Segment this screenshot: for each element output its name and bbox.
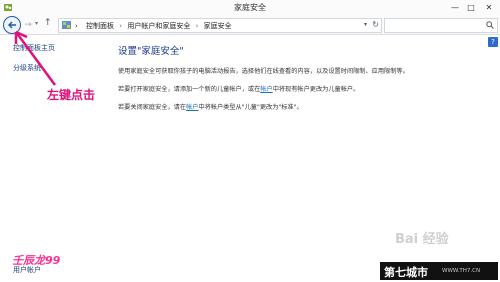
- accounts-link[interactable]: 帐户: [186, 104, 198, 111]
- page-title: 设置"家庭安全": [118, 46, 184, 57]
- navigation-bar: → ▾ ↑ › 控制面板 › 用户帐户和家庭安全 › 家庭安全 ▾ ↻: [0, 16, 500, 35]
- breadcrumb-control-panel[interactable]: 控制面板: [86, 22, 114, 30]
- ratings-system-link[interactable]: 分级系统: [13, 63, 41, 73]
- main-content: 设置"家庭安全" 使用家庭安全可获取你孩子的电脑活动报告，选择他们在线查看的内容…: [118, 43, 478, 121]
- up-button[interactable]: ↑: [44, 18, 52, 28]
- search-icon: [486, 21, 494, 29]
- breadcrumb-separator: ›: [119, 22, 123, 30]
- address-dropdown-icon[interactable]: ▾: [364, 21, 367, 28]
- back-button[interactable]: [3, 16, 21, 34]
- enable-text-end: 中将现有帐户更改为儿童帐户。: [272, 86, 360, 93]
- recent-pages-button[interactable]: ▾: [35, 20, 38, 27]
- up-arrow-icon: ↑: [44, 18, 52, 28]
- enable-text-start: 若要打开家庭安全，请添加一个新的儿童帐户，或在: [118, 86, 261, 93]
- window-title: 家庭安全: [234, 3, 266, 12]
- minimize-button[interactable]: —: [448, 2, 462, 13]
- help-button[interactable]: ?: [488, 37, 498, 47]
- chevron-down-icon: ▾: [35, 20, 39, 27]
- baidu-watermark: Bai 经验: [395, 232, 449, 247]
- disable-text-end: 中将帐户类型从"儿童"更改为"标准"。: [198, 104, 303, 111]
- accounts-link[interactable]: 帐户: [260, 86, 272, 93]
- disable-text-start: 若要关闭家庭安全，请在: [118, 104, 187, 111]
- breadcrumb-user-accounts[interactable]: 用户帐户和家庭安全: [127, 22, 190, 30]
- maximize-button[interactable]: □: [464, 2, 478, 13]
- enable-instructions: 若要打开家庭安全，请添加一个新的儿童帐户，或在帐户中将现有帐户更改为儿童帐户。: [118, 85, 478, 95]
- site-name: 第七城市: [384, 266, 428, 279]
- intro-text: 使用家庭安全可获取你孩子的电脑活动报告，选择他们在线查看的内容，以及设置时间限制…: [118, 68, 409, 75]
- breadcrumb: › 控制面板 › 用户帐户和家庭安全 › 家庭安全: [75, 21, 232, 31]
- site-watermark: 第七城市 WWW.TH7.CN: [380, 262, 498, 280]
- address-bar[interactable]: › 控制面板 › 用户帐户和家庭安全 › 家庭安全 ▾ ↻: [58, 18, 382, 33]
- breadcrumb-separator: ›: [75, 22, 78, 30]
- back-arrow-icon: [8, 21, 16, 29]
- title-bar: 家庭安全 — □ ✕: [0, 0, 500, 16]
- refresh-icon[interactable]: ↻: [372, 20, 379, 29]
- breadcrumb-separator: ›: [195, 22, 199, 30]
- breadcrumb-family-safety[interactable]: 家庭安全: [204, 22, 232, 30]
- forward-arrow-icon: →: [24, 20, 32, 30]
- disable-instructions: 若要关闭家庭安全，请在帐户中将帐户类型从"儿童"更改为"标准"。: [118, 103, 478, 113]
- site-url: WWW.TH7.CN: [442, 268, 481, 274]
- control-panel-home-link[interactable]: 控制面板主页: [13, 43, 55, 53]
- search-input[interactable]: [384, 18, 498, 33]
- forward-button[interactable]: →: [22, 19, 34, 31]
- control-panel-icon: [62, 21, 71, 29]
- annotation-label: 左键点击: [47, 88, 96, 102]
- user-accounts-link[interactable]: 用户帐户: [13, 265, 41, 275]
- close-button[interactable]: ✕: [482, 2, 496, 13]
